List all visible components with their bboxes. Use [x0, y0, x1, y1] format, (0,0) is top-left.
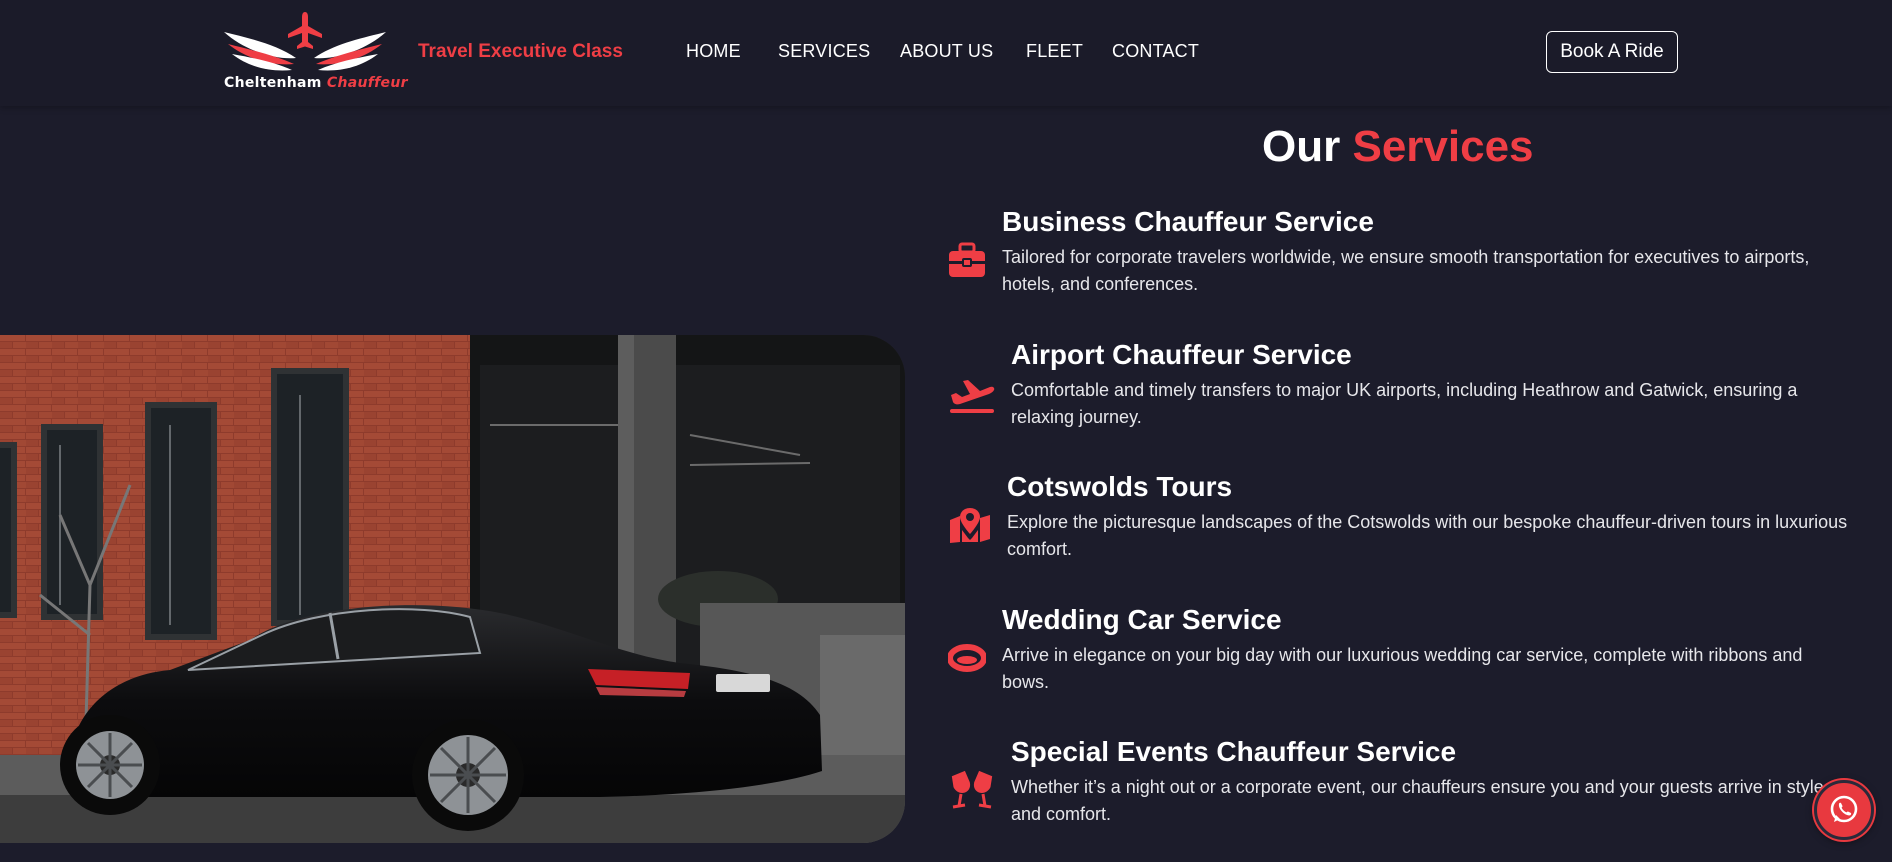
section-title-plain: Our — [1262, 122, 1341, 171]
book-a-ride-button[interactable]: Book A Ride — [1546, 31, 1678, 73]
section-title-highlight: Services — [1352, 122, 1534, 171]
nav-contact[interactable]: CONTACT — [1112, 41, 1199, 62]
service-description: Explore the picturesque landscapes of th… — [1007, 512, 1848, 559]
service-title: Cotswolds Tours — [1007, 471, 1233, 502]
logo-text-red: Chauffeur — [326, 75, 408, 91]
service-description: Comfortable and timely transfers to majo… — [1011, 380, 1798, 427]
champagne-glasses-icon — [951, 770, 993, 809]
logo[interactable]: Cheltenham Chauffeur — [218, 8, 407, 96]
service-description: Whether it’s a night out or a corporate … — [1011, 777, 1824, 824]
logo-text: Cheltenham Chauffeur — [224, 75, 407, 91]
service-title: Airport Chauffeur Service — [1011, 339, 1352, 370]
service-title: Business Chauffeur Service — [1002, 206, 1374, 237]
plane-departure-icon — [950, 380, 995, 413]
nav-about-us[interactable]: ABOUT US — [900, 41, 993, 62]
briefcase-icon — [949, 242, 985, 277]
map-location-icon — [950, 508, 990, 543]
logo-wings-icon — [224, 12, 386, 71]
whatsapp-icon — [1830, 795, 1858, 823]
section-title: Our Services — [1262, 122, 1534, 172]
ring-icon — [948, 644, 986, 672]
service-title: Wedding Car Service — [1002, 604, 1282, 635]
car-photo — [0, 335, 905, 843]
nav-home[interactable]: HOME — [686, 41, 741, 62]
whatsapp-button[interactable] — [1814, 780, 1874, 840]
logo-text-white: Cheltenham — [224, 75, 322, 91]
service-title: Special Events Chauffeur Service — [1011, 736, 1457, 767]
nav-fleet[interactable]: FLEET — [1026, 41, 1083, 62]
car-photo-illustration — [0, 335, 905, 843]
service-description: Tailored for corporate travelers worldwi… — [1002, 247, 1810, 294]
tagline: Travel Executive Class — [418, 41, 623, 62]
site-header: Cheltenham Chauffeur Travel Executive Cl… — [0, 0, 1892, 106]
services-page: Cheltenham Chauffeur Travel Executive Cl… — [0, 0, 1892, 862]
service-description: Arrive in elegance on your big day with … — [1002, 645, 1803, 692]
nav-services[interactable]: SERVICES — [778, 41, 870, 62]
